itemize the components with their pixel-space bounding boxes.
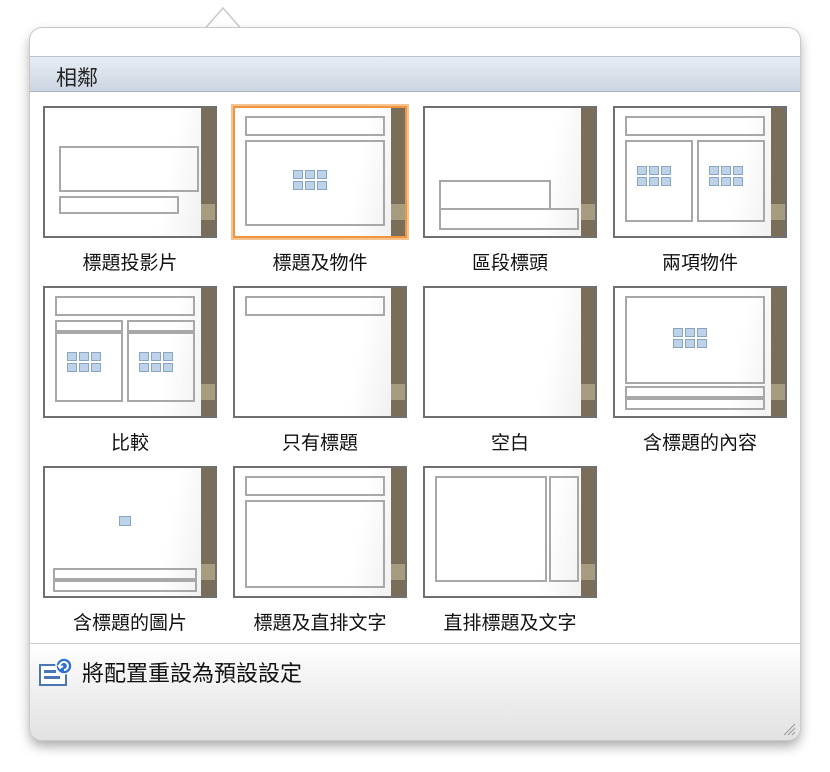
layout-label: 比較 xyxy=(110,432,149,454)
layout-label: 兩項物件 xyxy=(661,252,738,274)
reset-layout-button[interactable]: 將配置重設為預設設定 xyxy=(38,656,302,688)
layout-label: 直排標題及文字 xyxy=(443,612,577,634)
layout-label: 只有標題 xyxy=(281,432,358,454)
layout-thumb-blank[interactable] xyxy=(423,286,597,418)
layout-thumb-vertical-title-and-text[interactable] xyxy=(423,466,597,598)
resize-grip-icon[interactable] xyxy=(780,720,796,736)
layout-popover: 相鄰 標題投影片 標題及物件 區段標頭 兩項物件 比較 只有標題 空白 含標題的… xyxy=(30,28,800,740)
popover-footer: 將配置重設為預設設定 xyxy=(30,644,800,740)
layout-label: 含標題的內容 xyxy=(642,432,757,454)
section-header: 相鄰 xyxy=(30,56,800,92)
layout-thumb-title-only[interactable] xyxy=(233,286,407,418)
reset-layout-icon xyxy=(39,657,73,686)
layout-thumb-picture-with-caption[interactable] xyxy=(43,466,217,598)
layout-label: 標題及直排文字 xyxy=(253,612,387,634)
layout-thumb-two-content[interactable] xyxy=(613,106,787,238)
layout-thumb-content-with-caption[interactable] xyxy=(613,286,787,418)
layout-thumb-section-header[interactable] xyxy=(423,106,597,238)
layout-label: 標題投影片 xyxy=(82,252,178,274)
layout-thumb-comparison[interactable] xyxy=(43,286,217,418)
layout-thumb-title-slide[interactable] xyxy=(43,106,217,238)
section-title: 相鄰 xyxy=(56,66,98,90)
layout-thumb-title-and-content[interactable] xyxy=(233,106,407,238)
layout-label: 標題及物件 xyxy=(272,252,368,274)
reset-layout-label: 將配置重設為預設設定 xyxy=(82,662,303,687)
layout-label: 空白 xyxy=(490,432,529,454)
layout-label: 含標題的圖片 xyxy=(72,612,187,634)
layout-thumb-title-and-vertical-text[interactable] xyxy=(233,466,407,598)
layout-label: 區段標頭 xyxy=(471,252,548,274)
